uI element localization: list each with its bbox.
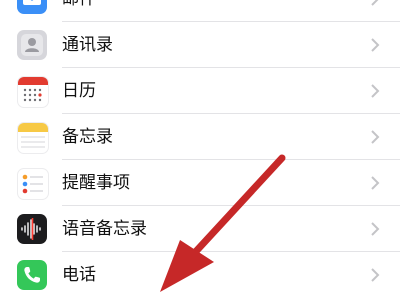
chevron-right-icon <box>371 84 380 98</box>
calendar-icon <box>17 76 49 108</box>
chevron-right-icon <box>371 176 380 190</box>
settings-row-notes[interactable]: 备忘录 <box>0 114 400 160</box>
contacts-icon <box>17 30 47 60</box>
settings-row-mail[interactable]: 邮件 <box>0 0 400 22</box>
settings-row-contacts[interactable]: 通讯录 <box>0 22 400 68</box>
settings-list: 邮件 通讯录 <box>0 0 400 298</box>
voice-memos-icon <box>17 214 47 244</box>
mail-icon <box>17 0 47 14</box>
settings-row-calendar[interactable]: 日历 <box>0 68 400 114</box>
settings-row-label: 日历 <box>62 81 96 101</box>
settings-row-label: 提醒事项 <box>62 173 130 193</box>
settings-row-label: 备忘录 <box>62 127 113 147</box>
chevron-right-icon <box>371 268 380 282</box>
settings-row-label: 通讯录 <box>62 35 113 55</box>
settings-row-label: 邮件 <box>62 0 96 22</box>
notes-icon <box>17 122 49 154</box>
chevron-right-icon <box>371 222 380 236</box>
settings-row-phone[interactable]: 电话 <box>0 252 400 298</box>
settings-row-reminders[interactable]: 提醒事项 <box>0 160 400 206</box>
settings-row-label: 语音备忘录 <box>62 219 147 239</box>
phone-icon <box>17 260 47 290</box>
chevron-right-icon <box>371 0 379 6</box>
chevron-right-icon <box>371 130 380 144</box>
settings-row-label: 电话 <box>62 265 96 285</box>
chevron-right-icon <box>371 38 380 52</box>
settings-row-voice-memos[interactable]: 语音备忘录 <box>0 206 400 252</box>
reminders-icon <box>17 168 49 200</box>
